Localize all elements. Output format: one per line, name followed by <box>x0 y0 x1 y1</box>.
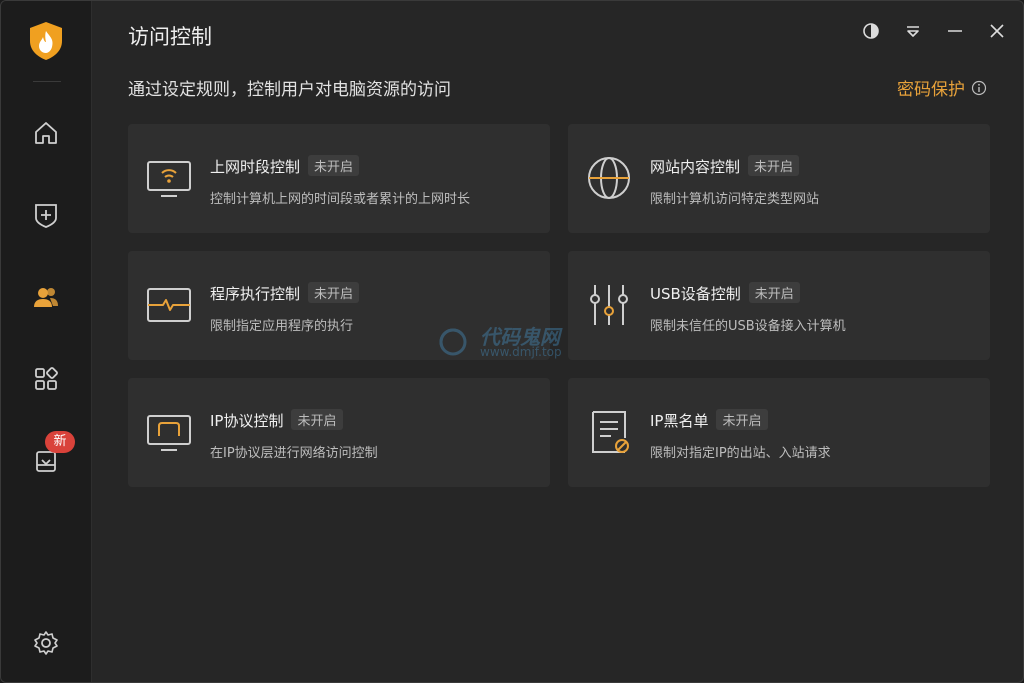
card-title-text: IP黑名单 <box>650 412 709 430</box>
minimize-button[interactable] <box>943 19 967 43</box>
apps-grid-icon <box>35 367 58 390</box>
sidebar-item-access-control[interactable] <box>26 277 66 317</box>
shield-plus-icon <box>35 204 57 228</box>
watermark-logo-icon <box>439 328 467 356</box>
status-badge: 未开启 <box>308 282 360 303</box>
card-title: 程序执行控制 未开启 <box>210 282 360 304</box>
card-title: IP黑名单 未开启 <box>650 409 768 431</box>
watermark-subtext: www.dmjf.top <box>480 345 562 359</box>
sidebar-item-protect[interactable] <box>26 195 66 235</box>
minimize-icon <box>948 30 962 32</box>
card-title: USB设备控制 未开启 <box>650 282 800 304</box>
card-title-text: 网站内容控制 <box>650 158 741 176</box>
card-description: 在IP协议层进行网络访问控制 <box>210 446 378 461</box>
card-website-content-control[interactable]: 网站内容控制 未开启 限制计算机访问特定类型网站 <box>568 124 990 233</box>
globe-icon <box>588 157 630 199</box>
sidebar: 新 <box>1 1 92 682</box>
card-internet-time-control[interactable]: 上网时段控制 未开启 控制计算机上网的时间段或者累计的上网时长 <box>128 124 550 233</box>
watermark: 代码鬼网 www.dmjf.top <box>432 321 562 367</box>
new-badge: 新 <box>45 431 75 453</box>
status-badge: 未开启 <box>716 409 768 430</box>
dropdown-menu-icon <box>907 26 919 37</box>
close-icon <box>990 24 1004 38</box>
card-description: 限制对指定IP的出站、入站请求 <box>650 446 831 461</box>
main-panel: 访问控制 通过设定规则，控制用户对电脑资源的访问 密码保护 上网时段控制 未开启… <box>92 1 1023 682</box>
sliders-icon <box>590 285 628 325</box>
card-usb-device-control[interactable]: USB设备控制 未开启 限制未信任的USB设备接入计算机 <box>568 251 990 360</box>
menu-dropdown-button[interactable] <box>901 19 925 43</box>
card-title-text: 程序执行控制 <box>210 285 301 303</box>
card-title-text: 上网时段控制 <box>210 158 301 176</box>
gear-icon <box>34 631 58 655</box>
page-subtitle: 通过设定规则，控制用户对电脑资源的访问 <box>128 80 451 100</box>
settings-button[interactable] <box>26 623 66 663</box>
users-icon <box>34 288 58 307</box>
info-icon <box>971 80 987 95</box>
app-window: 新 访问控制 通过设定规则，控制用户对电脑资源的访问 密码保护 上网时段控制 未… <box>0 0 1024 683</box>
blocklist-doc-icon <box>592 411 629 453</box>
status-badge: 未开启 <box>748 282 800 303</box>
close-button[interactable] <box>985 19 1009 43</box>
password-protect-label: 密码保护 <box>897 80 965 100</box>
card-description: 控制计算机上网的时间段或者累计的上网时长 <box>210 192 471 207</box>
status-badge: 未开启 <box>308 155 360 176</box>
status-badge: 未开启 <box>748 155 800 176</box>
home-icon <box>35 122 57 144</box>
card-title-text: IP协议控制 <box>210 412 284 430</box>
sidebar-item-home[interactable] <box>26 113 66 153</box>
card-title: 上网时段控制 未开启 <box>210 155 360 177</box>
window-controls <box>859 19 1009 43</box>
sidebar-divider <box>33 81 61 82</box>
monitor-screen-icon <box>147 415 191 451</box>
card-ip-protocol-control[interactable]: IP协议控制 未开启 在IP协议层进行网络访问控制 <box>128 378 550 487</box>
card-description: 限制计算机访问特定类型网站 <box>650 192 820 207</box>
card-ip-blacklist[interactable]: IP黑名单 未开启 限制对指定IP的出站、入站请求 <box>568 378 990 487</box>
page-title: 访问控制 <box>128 25 212 49</box>
card-description: 限制指定应用程序的执行 <box>210 319 354 334</box>
monitor-wifi-icon <box>147 161 191 197</box>
contrast-icon <box>863 23 879 39</box>
pulse-window-icon <box>147 288 191 322</box>
card-description: 限制未信任的USB设备接入计算机 <box>650 319 846 334</box>
card-title-text: USB设备控制 <box>650 285 741 303</box>
card-title: 网站内容控制 未开启 <box>650 155 800 177</box>
status-badge: 未开启 <box>291 409 343 430</box>
theme-toggle-button[interactable] <box>859 19 883 43</box>
app-logo-icon <box>28 21 64 61</box>
password-protect-link[interactable]: 密码保护 <box>897 75 987 100</box>
card-title: IP协议控制 未开启 <box>210 409 343 431</box>
sidebar-item-apps[interactable] <box>26 359 66 399</box>
